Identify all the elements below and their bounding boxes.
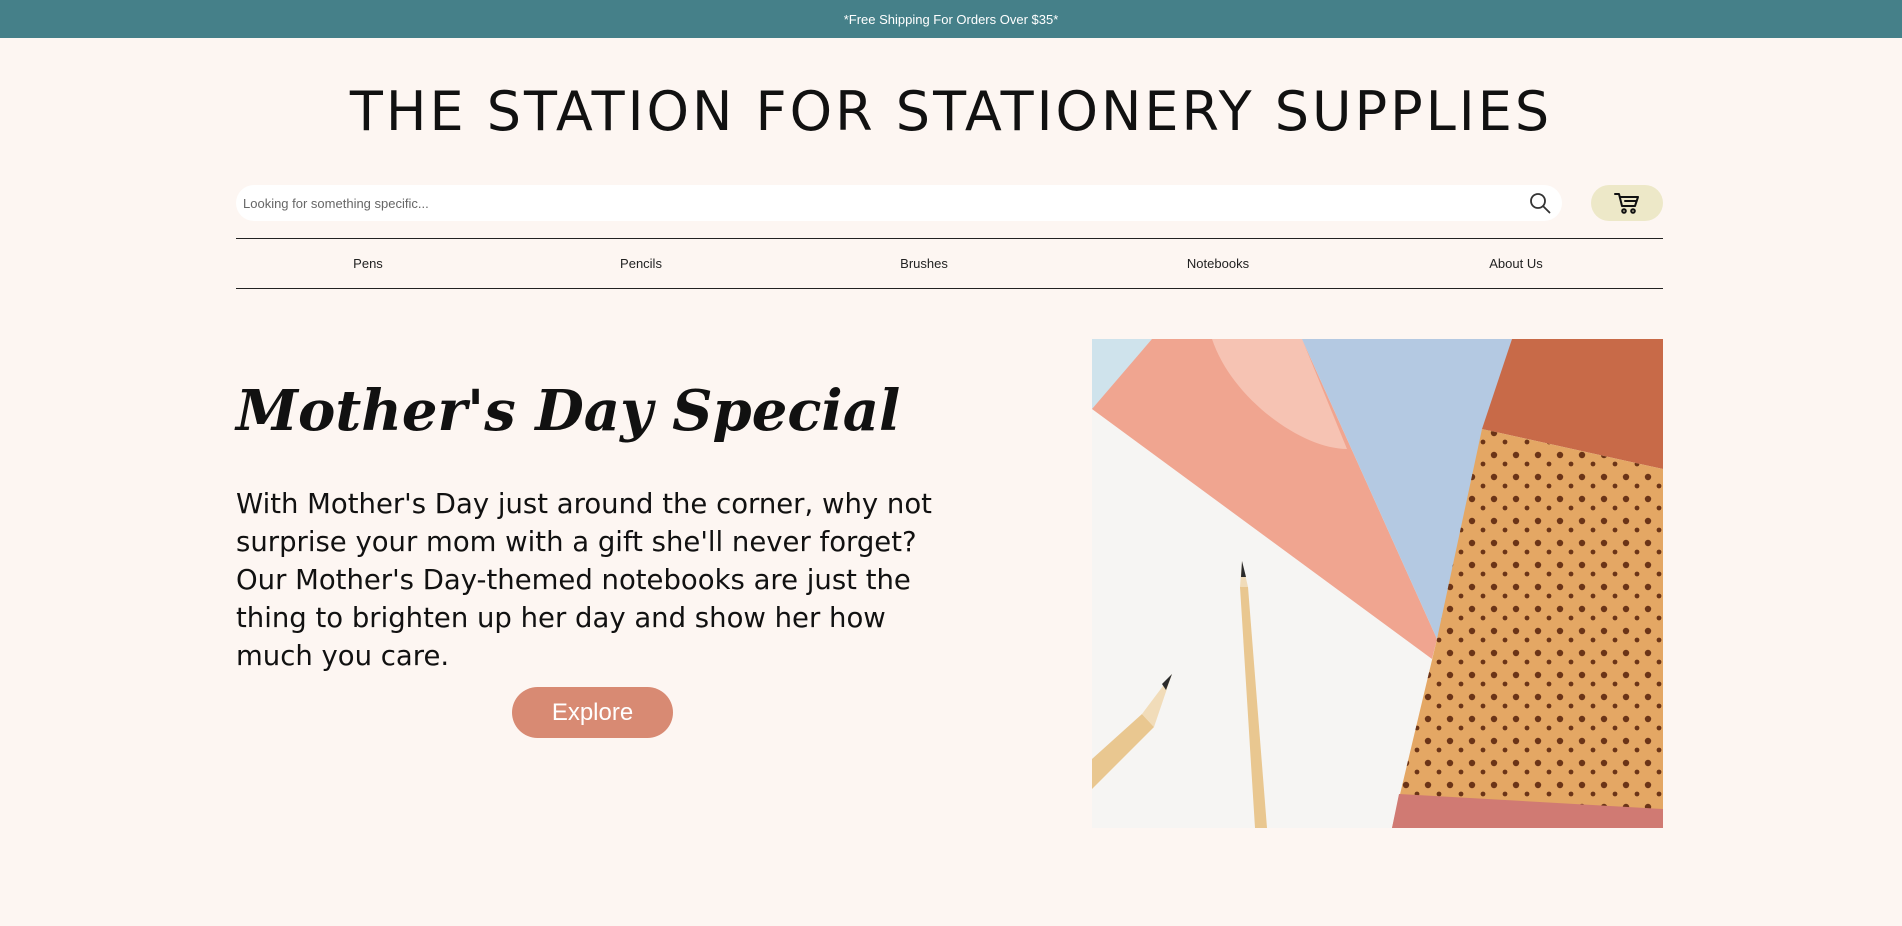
cart-button[interactable]: [1591, 185, 1663, 221]
search-icon[interactable]: [1522, 185, 1558, 221]
nav-item-pens[interactable]: Pens: [353, 239, 383, 287]
main-nav: Pens Pencils Brushes Notebooks About Us: [236, 238, 1663, 289]
hero-description: With Mother's Day just around the corner…: [236, 488, 932, 672]
search-bar: [236, 185, 1562, 221]
site-title: THE STATION FOR STATIONERY SUPPLIES: [349, 80, 1553, 143]
search-input[interactable]: [236, 185, 1522, 221]
nav-item-brushes[interactable]: Brushes: [900, 239, 948, 287]
nav-item-pencils[interactable]: Pencils: [620, 239, 662, 287]
nav-item-about-us[interactable]: About Us: [1489, 239, 1542, 287]
cart-icon: [1614, 191, 1640, 215]
announcement-text: *Free Shipping For Orders Over $35*: [843, 11, 1059, 27]
nav-item-notebooks[interactable]: Notebooks: [1187, 239, 1249, 287]
hero-title: Mother's Day Special: [236, 378, 901, 444]
announcement-bar: *Free Shipping For Orders Over $35*: [0, 0, 1902, 38]
explore-button[interactable]: Explore: [512, 687, 673, 738]
hero-image: [1092, 339, 1663, 828]
